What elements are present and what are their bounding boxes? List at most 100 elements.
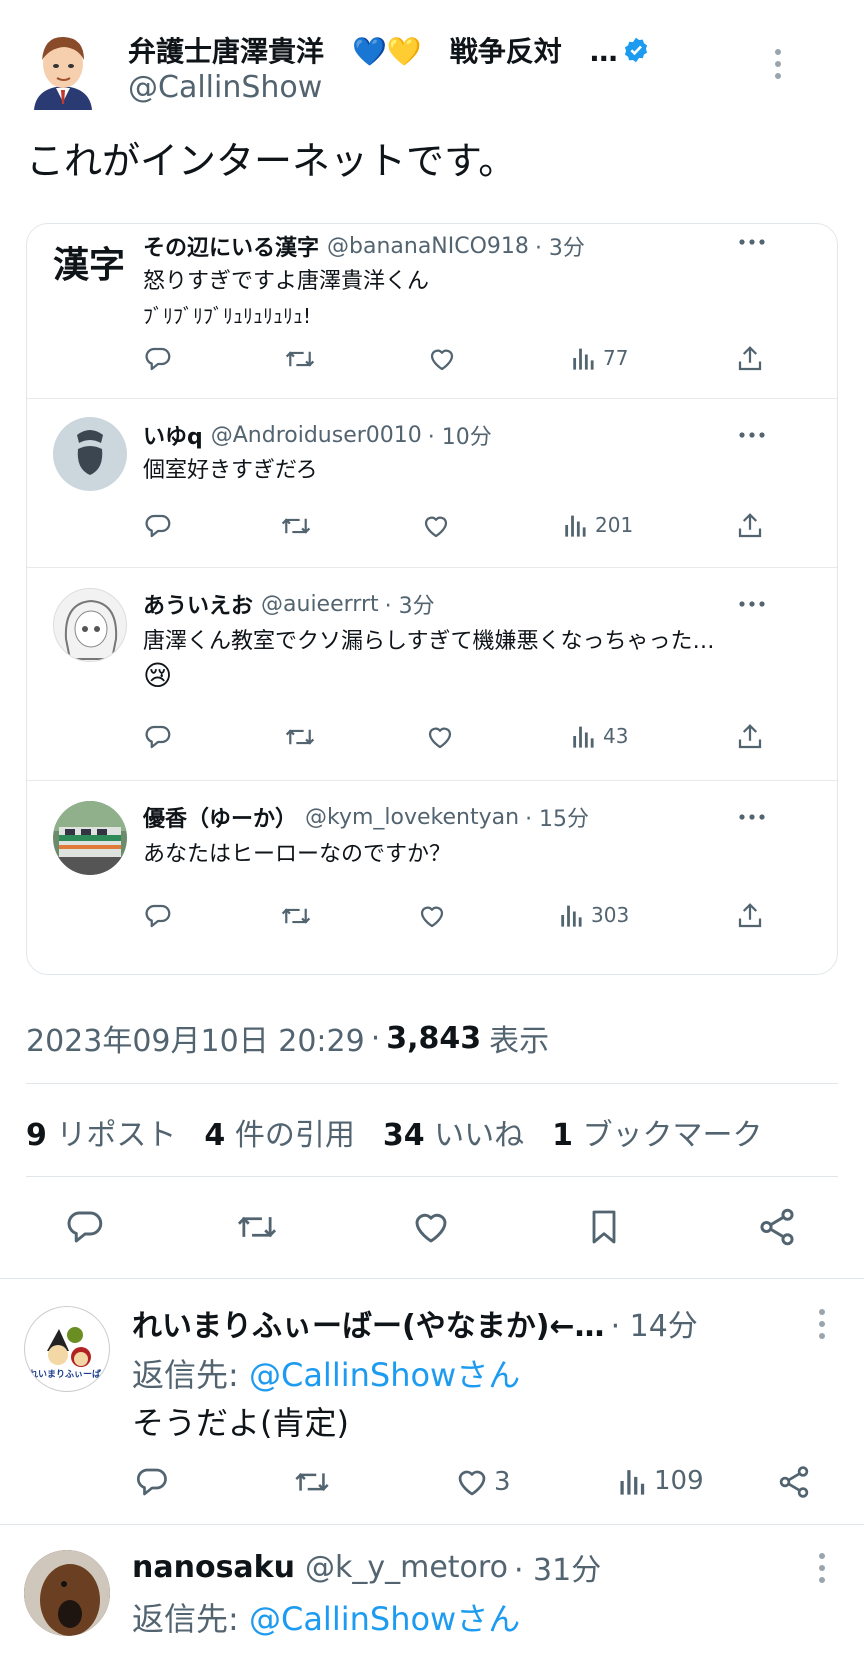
share-icon[interactable] [735, 901, 765, 931]
like-icon[interactable] [427, 344, 457, 374]
author-avatar[interactable] [28, 30, 98, 110]
author-display-name[interactable]: 弁護士唐澤貴洋 💙💛 戦争反対 … [128, 30, 618, 70]
views-icon [571, 722, 597, 750]
reply-icon[interactable] [143, 344, 173, 374]
like-icon[interactable] [425, 722, 455, 752]
stat-label: いいね [434, 1118, 525, 1153]
share-icon[interactable] [735, 511, 765, 541]
views-count: 3,843 [386, 1020, 482, 1056]
quote-item[interactable]: 漢字 その辺にいる漢字 @bananaNICO918 · 3分 怒りすぎですよ唐… [27, 224, 837, 398]
avatar-logo-text: れいまりふぃーばー [29, 1370, 107, 1380]
more-icon[interactable] [737, 232, 767, 252]
share-icon[interactable] [776, 1464, 812, 1500]
like-count: 3 [494, 1467, 511, 1497]
reply-avatar[interactable] [24, 1550, 110, 1636]
retweet-icon[interactable] [234, 1206, 280, 1248]
like-action[interactable]: 3 [454, 1464, 511, 1500]
author-handle[interactable]: @CallinShow [128, 70, 322, 105]
reply-icon[interactable] [143, 511, 173, 541]
like-icon[interactable] [417, 901, 447, 931]
reply-time: · 14分 [610, 1309, 698, 1344]
retweet-icon[interactable] [279, 511, 313, 541]
quote-text-line: 個室好きすぎだろ [143, 458, 318, 483]
quote-avatar[interactable] [53, 588, 127, 662]
reply-author-handle[interactable]: @k_y_metoro [305, 1550, 508, 1585]
bookmark-icon[interactable] [584, 1206, 624, 1248]
reply-to-mention[interactable]: @CallinShowさん [249, 1356, 520, 1394]
separator: · [370, 1020, 381, 1056]
quote-emoji: 😢 [143, 659, 173, 692]
more-icon[interactable] [768, 46, 788, 82]
views-action[interactable]: 43 [571, 722, 628, 750]
quote-author-handle[interactable]: @Androiduser0010 [211, 423, 422, 448]
views-action[interactable]: 77 [571, 344, 628, 372]
quote-text-line: 怒りすぎですよ唐澤貴洋くん [143, 269, 430, 294]
quote-time: · 3分 [384, 594, 435, 619]
retweet-icon[interactable] [279, 901, 313, 931]
quote-avatar[interactable] [53, 417, 127, 491]
stat-label: ブックマーク [582, 1118, 763, 1153]
quote-time: · 3分 [534, 236, 585, 261]
stat-count: 9 [26, 1118, 47, 1153]
quote-avatar[interactable] [53, 801, 127, 875]
quote-avatar[interactable]: 漢字 [53, 236, 125, 288]
quote-item[interactable]: あういえお @auieerrrt · 3分 唐澤くん教室でクソ漏らしすぎて機嫌悪… [27, 568, 837, 780]
views-icon [559, 901, 585, 929]
reply-avatar[interactable]: れいまりふぃーばー [24, 1306, 110, 1392]
engagement-stats: 9 リポスト 4 件の引用 34 いいね 1 ブックマーク [26, 1110, 763, 1154]
quote-author-handle[interactable]: @bananaNICO918 [327, 234, 529, 259]
more-icon[interactable] [812, 1306, 832, 1342]
reply-icon[interactable] [134, 1464, 170, 1500]
views-action[interactable]: 303 [559, 901, 629, 929]
views-action[interactable]: 109 [618, 1464, 704, 1498]
quote-author-name[interactable]: あういえお [143, 588, 253, 620]
stat-reposts[interactable]: 9 リポスト [26, 1110, 176, 1154]
like-icon[interactable] [421, 511, 451, 541]
quote-author-name[interactable]: その辺にいる漢字 [143, 230, 319, 262]
quote-author-handle[interactable]: @auieerrrt [261, 592, 379, 617]
quote-text-line: 唐澤くん教室でクソ漏らしすぎて機嫌悪くなっちゃった… [143, 629, 715, 654]
quote-item[interactable]: 優香（ゆーか） @kym_lovekentyan · 15分 あなたはヒーローな… [27, 781, 837, 974]
share-icon[interactable] [735, 344, 765, 374]
more-icon[interactable] [737, 594, 767, 614]
stat-bookmarks[interactable]: 1 ブックマーク [552, 1110, 762, 1154]
retweet-icon[interactable] [292, 1464, 332, 1500]
divider [0, 1524, 864, 1525]
reply-author-name[interactable]: れいまりふぃーばー(やなまか)←… [132, 1301, 605, 1345]
quote-item[interactable]: いゆq @Androiduser0010 · 10分 個室好きすぎだろ 201 [27, 399, 837, 567]
quote-views-count: 303 [591, 903, 630, 927]
quote-text-line: ﾌﾞﾘﾌﾞﾘﾌﾞﾘｭﾘｭﾘｭﾘｭ! [143, 304, 312, 328]
quote-text-line: あなたはヒーローなのですか？ [143, 842, 452, 867]
views-icon [571, 344, 597, 372]
views-action[interactable]: 201 [563, 511, 633, 539]
divider [26, 1083, 838, 1084]
stat-likes[interactable]: 34 いいね [383, 1110, 524, 1154]
like-icon[interactable] [410, 1206, 452, 1248]
retweet-icon[interactable] [283, 344, 317, 374]
verified-badge-icon [622, 36, 650, 64]
reply-author-name[interactable]: nanosaku [132, 1550, 295, 1585]
more-icon[interactable] [737, 807, 767, 827]
reply-time: · 31分 [513, 1553, 602, 1588]
more-icon[interactable] [737, 425, 767, 445]
more-icon[interactable] [812, 1550, 832, 1586]
quote-author-handle[interactable]: @kym_lovekentyan [305, 805, 519, 830]
stat-label: 件の引用 [234, 1118, 355, 1153]
stat-label: リポスト [56, 1118, 177, 1153]
views-count: 109 [654, 1466, 704, 1496]
share-icon[interactable] [735, 722, 765, 752]
reply-icon[interactable] [143, 901, 173, 931]
quote-author-name[interactable]: 優香（ゆーか） [143, 801, 297, 833]
tweet-timestamp[interactable]: 2023年09月10日 20:29 [26, 1016, 365, 1060]
quote-author-name[interactable]: いゆq [143, 419, 203, 451]
reply-icon[interactable] [143, 722, 173, 752]
reply-to-mention[interactable]: @CallinShowさん [249, 1600, 520, 1638]
like-icon [454, 1464, 490, 1500]
share-icon[interactable] [756, 1206, 798, 1248]
divider [26, 1176, 838, 1177]
stat-quotes[interactable]: 4 件の引用 [204, 1110, 354, 1154]
reply-icon[interactable] [64, 1206, 106, 1248]
retweet-icon[interactable] [283, 722, 317, 752]
views-icon [563, 511, 589, 539]
views-icon [618, 1464, 648, 1498]
